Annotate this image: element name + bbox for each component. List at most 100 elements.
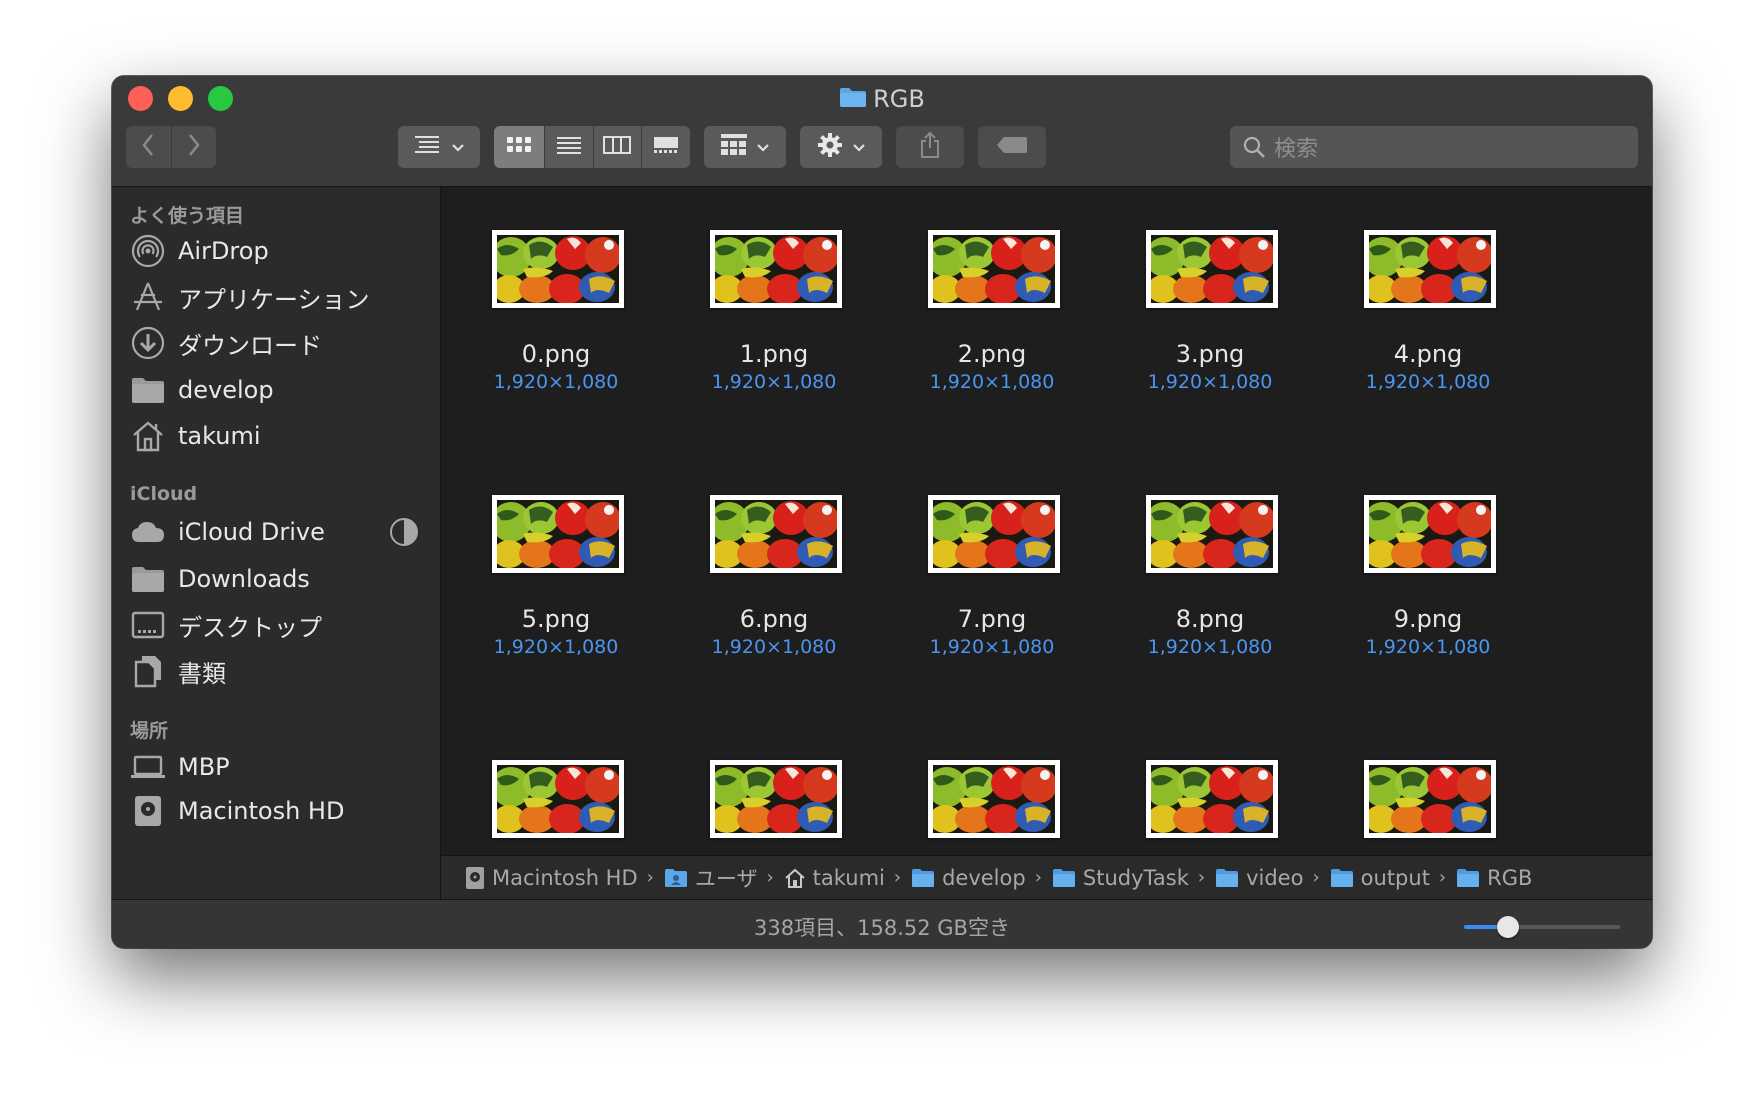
tag-button[interactable] bbox=[978, 126, 1046, 168]
thumbnail-image bbox=[1151, 235, 1273, 303]
path-crumb[interactable]: StudyTask › bbox=[1052, 866, 1215, 890]
file-name: 1.png bbox=[739, 340, 809, 368]
file-dimensions: 1,920×1,080 bbox=[711, 636, 837, 658]
chevron-right-icon bbox=[187, 133, 201, 161]
icloud-header: iCloud bbox=[130, 483, 198, 505]
path-crumb[interactable]: Macintosh HD › bbox=[465, 866, 664, 890]
path-crumb-label: takumi bbox=[812, 865, 885, 890]
sidebar-item-applications[interactable]: アプリケーション bbox=[128, 277, 370, 317]
sidebar-item-mbp[interactable]: MBP bbox=[128, 747, 230, 787]
favorites-header: よく使う項目 bbox=[130, 205, 245, 227]
file-icon-grid: 0.png 1,920×1,080 1.png 1,920×1,080 2.png 1,9… bbox=[441, 187, 1652, 855]
sidebar-item-label: iCloud Drive bbox=[178, 518, 325, 546]
file-name: 9.png bbox=[1393, 605, 1463, 633]
gallery-view-button[interactable] bbox=[641, 126, 690, 168]
file-item[interactable] bbox=[1318, 717, 1538, 855]
image-thumbnail bbox=[1364, 230, 1496, 308]
share-button[interactable] bbox=[896, 126, 964, 168]
action-menu-button[interactable] bbox=[800, 126, 882, 168]
applications-icon bbox=[128, 279, 168, 315]
file-item[interactable]: 1.png 1,920×1,080 bbox=[664, 187, 884, 427]
file-name: 4.png bbox=[1393, 340, 1463, 368]
image-thumbnail bbox=[1364, 760, 1496, 838]
file-name: 0.png bbox=[521, 340, 591, 368]
path-separator-icon: › bbox=[766, 867, 774, 888]
back-forward-group bbox=[126, 126, 216, 168]
icon-view-button[interactable] bbox=[494, 126, 544, 168]
path-separator-icon: › bbox=[1312, 867, 1320, 888]
file-item[interactable]: 2.png 1,920×1,080 bbox=[882, 187, 1102, 427]
file-item[interactable]: 3.png 1,920×1,080 bbox=[1100, 187, 1320, 427]
icon-size-slider[interactable] bbox=[1464, 916, 1620, 938]
file-dimensions: 1,920×1,080 bbox=[1365, 636, 1491, 658]
sidebar-item-icloud-drive[interactable]: iCloud Drive bbox=[128, 512, 420, 552]
path-crumb[interactable]: ユーザ › bbox=[664, 863, 784, 893]
slider-knob[interactable] bbox=[1496, 916, 1519, 938]
sidebar-item-label: develop bbox=[178, 376, 274, 404]
image-thumbnail bbox=[710, 760, 842, 838]
file-item[interactable] bbox=[1100, 717, 1320, 855]
thumbnail-image bbox=[933, 235, 1055, 303]
download-icon bbox=[128, 325, 168, 361]
sidebar-item-documents[interactable]: 書類 bbox=[128, 651, 226, 691]
file-item[interactable] bbox=[664, 717, 884, 855]
path-crumb[interactable]: takumi › bbox=[784, 866, 911, 890]
titlebar: RGB 検索 bbox=[112, 76, 1652, 187]
sidebar-item-airdrop[interactable]: AirDrop bbox=[128, 231, 269, 271]
path-bar: Macintosh HD › ユーザ › takumi › develop › StudyTas… bbox=[441, 855, 1652, 899]
file-dimensions: 1,920×1,080 bbox=[1147, 371, 1273, 393]
thumbnail-image bbox=[715, 235, 837, 303]
sidebar-item-home[interactable]: takumi bbox=[128, 416, 261, 456]
path-crumb-label: ユーザ bbox=[694, 866, 758, 891]
thumbnail-image bbox=[715, 500, 837, 568]
file-item[interactable] bbox=[446, 717, 666, 855]
sidebar-item-icloud-downloads[interactable]: Downloads bbox=[128, 559, 310, 599]
path-separator-icon: › bbox=[1438, 867, 1447, 888]
laptop-icon bbox=[128, 749, 168, 785]
file-name: 2.png bbox=[957, 340, 1027, 368]
finder-window: RGB 検索 よく使う項目 AirDrop アプリケーション ダウンロード de… bbox=[112, 76, 1652, 948]
cloud-icon bbox=[128, 514, 168, 550]
file-item[interactable]: 7.png 1,920×1,080 bbox=[882, 452, 1102, 692]
sidebar-item-develop[interactable]: develop bbox=[128, 370, 274, 410]
sidebar-item-label: ダウンロード bbox=[178, 331, 322, 360]
path-crumb[interactable]: develop › bbox=[911, 866, 1052, 890]
group-menu-button[interactable] bbox=[704, 126, 786, 168]
path-crumb[interactable]: output › bbox=[1330, 866, 1456, 890]
search-field[interactable]: 検索 bbox=[1230, 126, 1638, 168]
file-item[interactable]: 0.png 1,920×1,080 bbox=[446, 187, 666, 427]
grid-icon bbox=[506, 135, 532, 159]
file-name: 3.png bbox=[1175, 340, 1245, 368]
file-item[interactable]: 4.png 1,920×1,080 bbox=[1318, 187, 1538, 427]
sort-menu-button[interactable] bbox=[398, 126, 480, 168]
path-crumb[interactable]: RGB bbox=[1456, 866, 1532, 890]
path-crumb-label: Macintosh HD bbox=[492, 865, 638, 890]
file-item[interactable] bbox=[882, 717, 1102, 855]
path-crumb[interactable]: video › bbox=[1215, 866, 1330, 890]
thumbnail-image bbox=[497, 765, 619, 833]
path-crumb-label: develop bbox=[942, 865, 1026, 890]
file-dimensions: 1,920×1,080 bbox=[929, 636, 1055, 658]
back-button[interactable] bbox=[126, 126, 172, 168]
column-view-button[interactable] bbox=[592, 126, 642, 168]
image-thumbnail bbox=[928, 230, 1060, 308]
file-dimensions: 1,920×1,080 bbox=[493, 371, 619, 393]
desktop-icon bbox=[128, 607, 168, 643]
sidebar-item-downloads[interactable]: ダウンロード bbox=[128, 323, 322, 363]
list-icon bbox=[556, 135, 582, 159]
share-icon bbox=[919, 131, 941, 163]
chevron-down-icon bbox=[451, 138, 465, 157]
file-item[interactable]: 8.png 1,920×1,080 bbox=[1100, 452, 1320, 692]
list-view-button[interactable] bbox=[543, 126, 593, 168]
airdrop-icon bbox=[128, 233, 168, 269]
image-thumbnail bbox=[492, 230, 624, 308]
path-crumb-label: video bbox=[1246, 865, 1304, 890]
file-item[interactable]: 5.png 1,920×1,080 bbox=[446, 452, 666, 692]
file-item[interactable]: 9.png 1,920×1,080 bbox=[1318, 452, 1538, 692]
file-item[interactable]: 6.png 1,920×1,080 bbox=[664, 452, 884, 692]
sidebar-item-desktop[interactable]: デスクトップ bbox=[128, 605, 322, 645]
forward-button[interactable] bbox=[172, 126, 217, 168]
sidebar-item-macintosh-hd[interactable]: Macintosh HD bbox=[128, 791, 344, 831]
icloud-storage-status-icon[interactable] bbox=[388, 516, 420, 548]
status-bar: 338項目、158.52 GB空き bbox=[112, 899, 1652, 948]
